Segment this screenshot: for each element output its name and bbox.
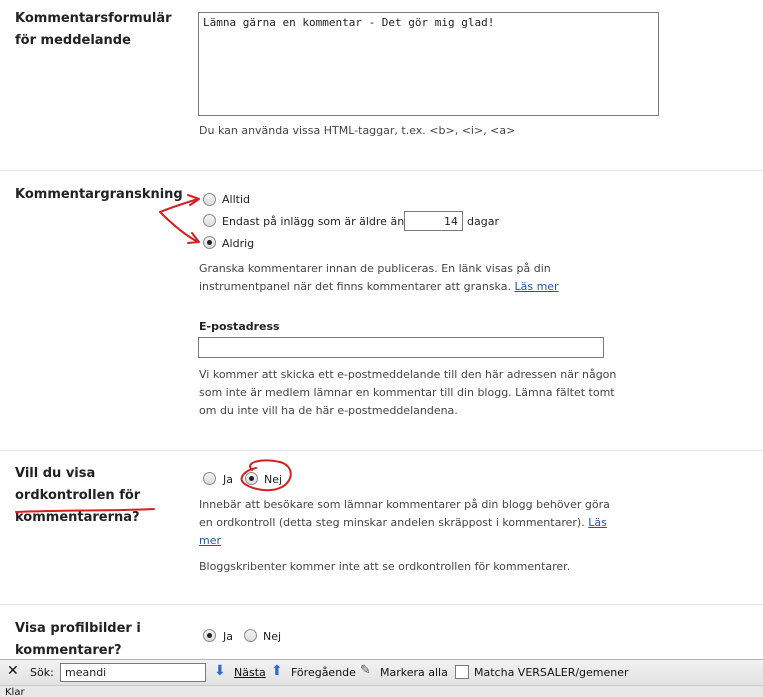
word-verification-hint2: Bloggskribenter kommer inte att se ordko… bbox=[199, 560, 571, 573]
moderation-older-radio[interactable] bbox=[203, 214, 216, 227]
email-label: E-postadress bbox=[199, 320, 280, 333]
moderation-never-radio[interactable] bbox=[203, 236, 216, 249]
word-verification-hint: Innebär att besökare som lämnar kommenta… bbox=[199, 496, 619, 550]
email-input[interactable] bbox=[198, 337, 604, 358]
moderation-learn-more-link[interactable]: Läs mer bbox=[514, 280, 558, 293]
moderation-always-label[interactable]: Alltid bbox=[222, 193, 250, 207]
annotation-arrowhead-aldrig bbox=[187, 232, 200, 244]
find-search-label: Sök: bbox=[30, 666, 54, 679]
profile-images-label: Visa profilbilder i kommentarer? bbox=[15, 621, 141, 658]
separator bbox=[0, 604, 763, 605]
word-verification-no-radio[interactable] bbox=[245, 472, 258, 485]
find-previous-button[interactable]: Föregående bbox=[291, 666, 356, 680]
arrow-up-icon[interactable]: ⬆ bbox=[271, 664, 283, 678]
separator bbox=[0, 170, 763, 171]
moderation-always-radio[interactable] bbox=[203, 193, 216, 206]
match-case-label[interactable]: Matcha VERSALER/gemener bbox=[474, 666, 629, 680]
word-verification-hint-text: Innebär att besökare som lämnar kommenta… bbox=[199, 498, 610, 529]
html-tags-hint: Du kan använda vissa HTML-taggar, t.ex. … bbox=[199, 124, 516, 137]
arrow-down-icon[interactable]: ⬇ bbox=[214, 664, 226, 678]
profile-images-yes-label[interactable]: Ja bbox=[223, 630, 233, 644]
word-verification-yes-radio[interactable] bbox=[203, 472, 216, 485]
separator bbox=[0, 450, 763, 451]
profile-images-no-radio[interactable] bbox=[244, 629, 257, 642]
profile-images-no-label[interactable]: Nej bbox=[263, 630, 281, 644]
moderation-never-label[interactable]: Aldrig bbox=[222, 237, 254, 251]
moderation-hint: Granska kommentarer innan de publiceras.… bbox=[199, 260, 579, 296]
status-bar: Klar bbox=[0, 685, 763, 697]
word-verification-label: Vill du visa ordkontrollen för kommentar… bbox=[15, 466, 141, 525]
find-next-button[interactable]: Nästa bbox=[234, 666, 266, 680]
word-verification-yes-label[interactable]: Ja bbox=[223, 473, 233, 487]
comment-form-textarea[interactable]: Lämna gärna en kommentar - Det gör mig g… bbox=[198, 12, 659, 116]
email-hint: Vi kommer att skicka ett e-postmeddeland… bbox=[199, 368, 617, 417]
status-text: Klar bbox=[5, 687, 25, 697]
find-search-input[interactable] bbox=[60, 663, 206, 682]
comment-form-label: Kommentarsformulär för meddelande bbox=[15, 11, 172, 48]
profile-images-yes-radio[interactable] bbox=[203, 629, 216, 642]
moderation-hint-text: Granska kommentarer innan de publiceras.… bbox=[199, 262, 551, 293]
moderation-days-suffix: dagar bbox=[467, 215, 499, 228]
moderation-label: Kommentargranskning bbox=[15, 187, 183, 202]
find-highlight-all-button[interactable]: Markera alla bbox=[380, 666, 448, 680]
moderation-older-label[interactable]: Endast på inlägg som är äldre än bbox=[222, 215, 404, 229]
moderation-days-input[interactable] bbox=[404, 211, 463, 231]
close-icon[interactable]: ✕ bbox=[7, 664, 19, 678]
match-case-checkbox[interactable] bbox=[455, 665, 469, 679]
word-verification-no-label[interactable]: Nej bbox=[264, 473, 282, 487]
annotation-arrowhead-alltid bbox=[187, 194, 200, 206]
highlighter-icon[interactable]: ✎ bbox=[360, 664, 371, 678]
annotation-arrow-to-aldrig bbox=[159, 211, 199, 243]
find-bar: ✕ Sök: ⬇ Nästa ⬆ Föregående ✎ Markera al… bbox=[0, 659, 763, 686]
